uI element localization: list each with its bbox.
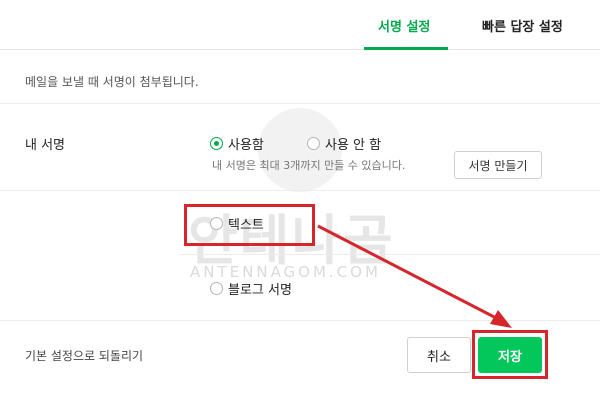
annotation-arrow	[317, 224, 512, 328]
